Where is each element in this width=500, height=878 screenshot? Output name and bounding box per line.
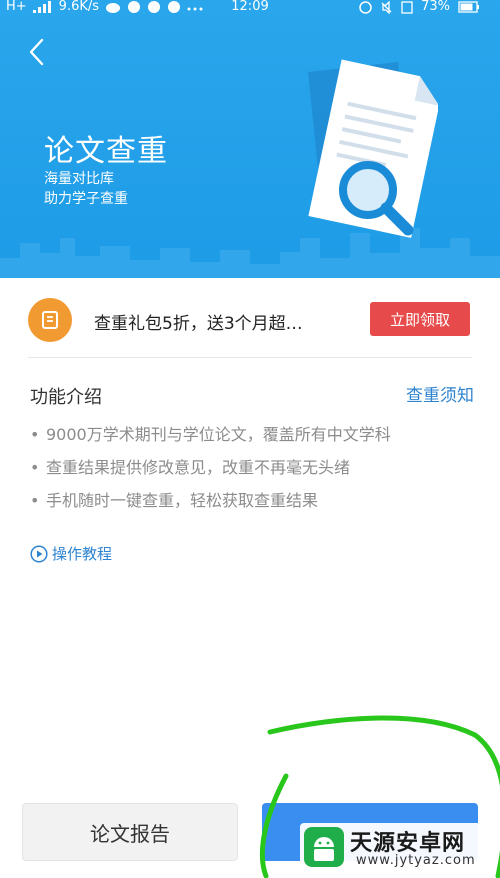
watermark: 天源安卓网 www.jytyaz.com <box>300 823 496 875</box>
tutorial-label: 操作教程 <box>52 545 113 563</box>
chevron-left-icon <box>29 38 44 66</box>
hero-subtitle-1: 海量对比库 <box>44 171 114 187</box>
hero-subtitle-2: 助力学子查重 <box>44 191 128 207</box>
feature-list: • 9000万学术期刊与学位论文，覆盖所有中文学科 • 查重结果提供修改意见，改重不… <box>30 424 470 523</box>
play-circle-icon <box>30 544 48 563</box>
list-item: • 手机随时一键查重，轻松获取查重结果 <box>30 491 319 510</box>
alarm-icon <box>359 0 372 14</box>
check-notice-link[interactable]: 查重须知 <box>406 381 474 406</box>
claim-now-button[interactable]: 立即领取 <box>370 302 470 336</box>
android-logo-icon <box>304 827 344 867</box>
status-bar: H+ 9.6K/s 12:09 73% <box>0 0 500 14</box>
divider <box>28 357 472 358</box>
thesis-report-button[interactable]: 论文报告 <box>22 803 238 861</box>
battery-icon <box>458 1 479 13</box>
sim-icon <box>401 0 413 14</box>
promo-banner[interactable]: 查重礼包5折，送3个月超… 立即领取 <box>28 298 476 342</box>
battery-level: 73% <box>421 0 450 14</box>
section-title-features: 功能介绍 <box>30 387 102 408</box>
page-title: 论文查重 <box>44 134 168 169</box>
back-button[interactable] <box>22 36 50 68</box>
list-item: • 9000万学术期刊与学位论文，覆盖所有中文学科 <box>30 425 391 444</box>
mute-icon <box>381 0 392 14</box>
tutorial-link[interactable]: 操作教程 <box>30 543 112 564</box>
promo-text: 查重礼包5折，送3个月超… <box>94 314 303 334</box>
watermark-url: www.jytyaz.com <box>356 853 476 868</box>
document-magnifier-icon <box>308 59 438 238</box>
gift-package-icon <box>28 298 72 342</box>
list-item: • 查重结果提供修改意见，改重不再毫无头绪 <box>30 458 351 477</box>
header-banner: H+ 9.6K/s 12:09 73% 论文查重 海量对比库 助力学子查重 <box>0 0 500 278</box>
